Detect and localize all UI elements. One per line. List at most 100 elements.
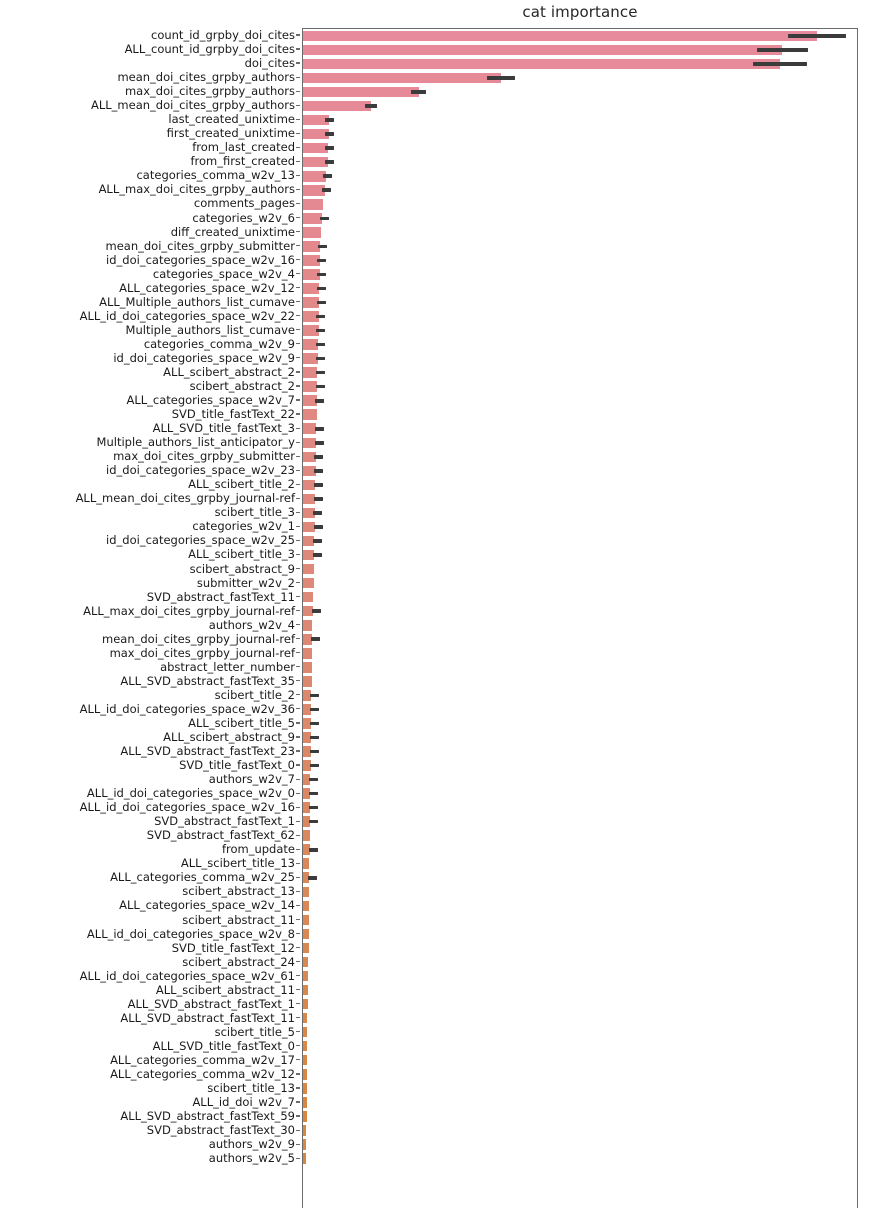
y-tick-mark: [296, 329, 300, 331]
bar-row: [303, 829, 857, 843]
error-bar: [309, 777, 319, 782]
y-tick-mark: [296, 259, 300, 261]
y-tick-label: ALL_id_doi_categories_space_w2v_61: [80, 969, 300, 983]
bar: [303, 942, 309, 954]
y-tick-mark: [296, 1073, 300, 1075]
error-bar: [313, 497, 323, 501]
y-tick-mark: [296, 736, 300, 738]
bar-row: [303, 618, 857, 632]
y-tick-label: ALL_scibert_abstract_2: [163, 365, 300, 379]
y-tick-label: authors_w2v_4: [209, 618, 300, 632]
y-tick-mark: [296, 62, 300, 64]
bar: [303, 914, 309, 926]
y-tick-mark: [296, 76, 300, 78]
y-tick-label: SVD_title_fastText_22: [172, 407, 300, 421]
y-tick-mark: [296, 595, 300, 598]
bar: [303, 86, 419, 98]
y-tick-label: count_id_grpby_doi_cites: [151, 28, 300, 42]
y-tick-mark: [296, 497, 300, 499]
bar: [303, 58, 781, 70]
y-tick-mark: [296, 413, 300, 415]
bar-row: [303, 688, 857, 702]
y-tick-label: ALL_id_doi_categories_space_w2v_8: [87, 927, 300, 941]
bar: [303, 227, 322, 238]
bar: [303, 998, 308, 1010]
error-bar: [309, 735, 319, 740]
y-tick-mark: [296, 708, 300, 710]
bar-row: [303, 520, 857, 534]
y-tick-label: ALL_scibert_abstract_11: [156, 983, 300, 997]
bar-row: [303, 590, 857, 604]
y-tick-label: ALL_id_doi_categories_space_w2v_22: [80, 309, 300, 323]
y-tick-label: ALL_SVD_abstract_fastText_11: [120, 1011, 300, 1025]
error-bar: [318, 244, 327, 249]
y-tick-mark: [296, 862, 300, 864]
y-tick-label: scibert_abstract_13: [182, 884, 300, 898]
bar: [303, 30, 818, 42]
bar: [303, 619, 313, 631]
y-tick-label: categories_comma_w2v_9: [144, 337, 300, 351]
bar-row: [303, 1152, 857, 1166]
error-bar: [313, 511, 322, 515]
y-tick-mark: [296, 244, 300, 247]
y-tick-mark: [296, 848, 300, 850]
error-bar: [317, 258, 327, 263]
bar: [303, 956, 308, 968]
y-tick-label: authors_w2v_5: [209, 1151, 300, 1165]
bar-row: [303, 352, 857, 366]
y-tick-mark: [296, 455, 300, 457]
y-tick-label: ALL_categories_comma_w2v_17: [110, 1053, 300, 1067]
y-tick-label: ALL_mean_doi_cites_grpby_journal-ref: [76, 491, 300, 505]
bar-row: [303, 169, 857, 183]
y-tick-mark: [296, 1003, 300, 1005]
bar: [303, 44, 783, 56]
error-bar: [310, 693, 320, 698]
bar-row: [303, 43, 857, 57]
y-tick-label: id_doi_categories_space_w2v_23: [106, 463, 300, 477]
y-tick-mark: [296, 427, 300, 429]
y-tick-label: mean_doi_cites_grpby_authors: [117, 70, 300, 84]
y-tick-mark: [296, 90, 300, 92]
bar: [303, 1111, 307, 1122]
error-bar: [313, 539, 322, 543]
y-tick-label: last_created_unixtime: [168, 112, 300, 126]
bar-row: [303, 899, 857, 913]
y-tick-label: doi_cites: [245, 56, 300, 70]
y-tick-label: scibert_title_3: [215, 505, 300, 519]
bar-row: [303, 113, 857, 127]
bar-row: [303, 1025, 857, 1039]
bar-row: [303, 646, 857, 660]
bar-row: [303, 759, 857, 773]
bar-row: [303, 380, 857, 394]
y-tick-label: ALL_id_doi_categories_space_w2v_0: [87, 786, 300, 800]
y-tick-mark: [296, 918, 300, 921]
bar-row: [303, 1109, 857, 1123]
error-bar: [317, 272, 327, 277]
bar-row: [303, 1067, 857, 1081]
y-tick-mark: [296, 48, 300, 50]
y-tick-mark: [296, 371, 300, 373]
y-tick-label: from_last_created: [192, 140, 300, 154]
bar-row: [303, 731, 857, 745]
y-tick-mark: [296, 946, 300, 949]
error-bar: [788, 34, 847, 38]
y-tick-mark: [296, 764, 300, 766]
bar: [303, 577, 314, 589]
bar: [303, 928, 309, 940]
y-tick-label: scibert_abstract_2: [190, 379, 300, 393]
bar-row: [303, 296, 857, 310]
error-bar: [324, 160, 334, 164]
y-tick-mark: [296, 160, 300, 162]
error-bar: [316, 286, 326, 291]
bar-row: [303, 997, 857, 1011]
bar-row: [303, 717, 857, 731]
y-tick-label: categories_w2v_6: [192, 211, 300, 225]
bar-row: [303, 99, 857, 113]
y-tick-label: abstract_letter_number: [160, 660, 300, 674]
bar-row: [303, 492, 857, 506]
bar-row: [303, 57, 857, 71]
y-tick-mark: [296, 581, 300, 584]
y-tick-label: mean_doi_cites_grpby_submitter: [106, 239, 300, 253]
y-tick-label: categories_comma_w2v_13: [136, 168, 300, 182]
y-tick-label: scibert_abstract_9: [190, 562, 300, 576]
